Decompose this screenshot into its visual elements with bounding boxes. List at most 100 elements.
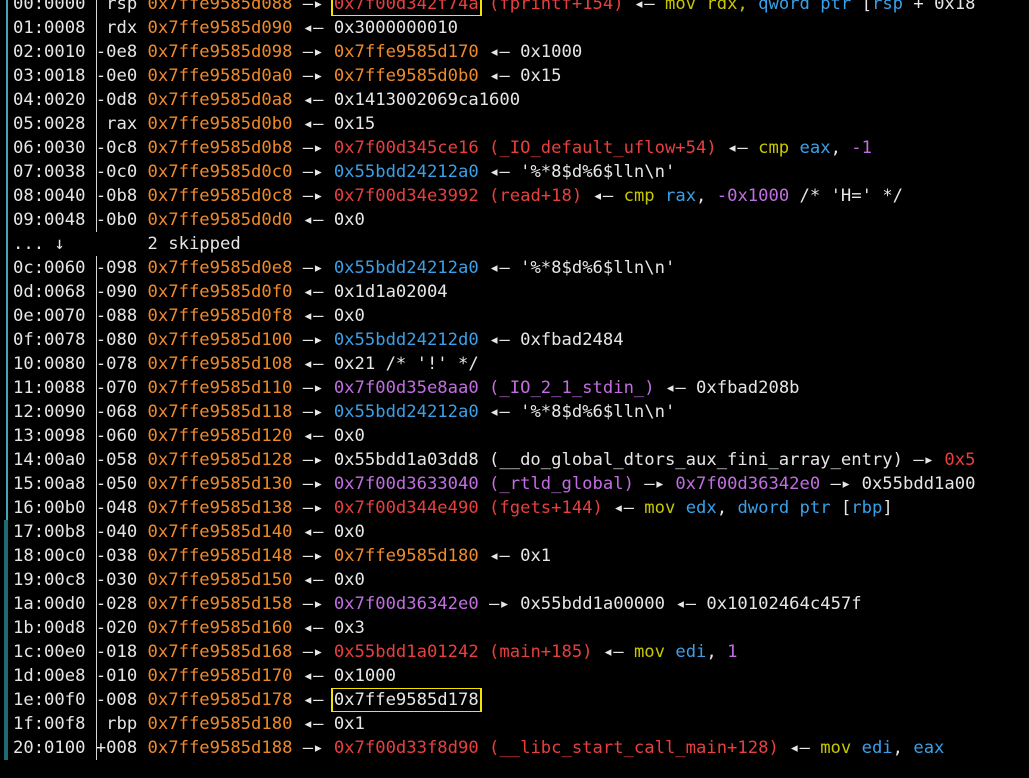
stack-token bbox=[65, 234, 148, 254]
stack-line: 18:00c0 -038 0x7ffe9585d148 —▸ 0x7ffe958… bbox=[0, 544, 1029, 568]
stack-token: —▸ bbox=[292, 402, 334, 422]
stack-token: ◂— bbox=[664, 594, 707, 614]
stack-token: cmp bbox=[623, 186, 665, 206]
stack-token: -058 bbox=[95, 450, 148, 470]
stack-token: 2 skipped bbox=[147, 234, 241, 254]
stack-line: 08:0040 -0b8 0x7ffe9585d0c8 —▸ 0x7f00d34… bbox=[0, 184, 1029, 208]
stack-token: 0x7ffe9585d118 bbox=[147, 402, 293, 422]
stack-token: 0x7ffe9585d178 bbox=[330, 688, 482, 712]
stack-token: (main+185) bbox=[478, 642, 593, 662]
stack-token bbox=[85, 186, 95, 206]
stack-token: edi bbox=[675, 642, 707, 662]
stack-token: -0c8 bbox=[95, 138, 148, 158]
stack-token bbox=[85, 258, 95, 278]
row-gutter-marker bbox=[6, 112, 8, 136]
stack-token: , bbox=[830, 138, 852, 158]
stack-token: 0x7ffe9585d170 bbox=[147, 666, 293, 686]
stack-token bbox=[85, 18, 95, 38]
stack-token: 0x55bdd1a03dd8 (__do_global_dtors_aux_fi… bbox=[333, 450, 903, 470]
stack-token: 0x7ffe9585d158 bbox=[147, 594, 293, 614]
stack-token: 0x0 bbox=[333, 306, 365, 326]
stack-token: 0x7ffe9585d098 bbox=[147, 42, 293, 62]
stack-offset: 07:0038 bbox=[13, 162, 86, 182]
stack-token: -0b8 bbox=[95, 186, 148, 206]
stack-token: 0x55bdd24212a0 bbox=[333, 162, 479, 182]
stack-token bbox=[85, 450, 95, 470]
stack-token: rax bbox=[95, 114, 148, 134]
stack-token bbox=[85, 618, 95, 638]
stack-token: 0x7f00d35e8aa0 bbox=[333, 378, 479, 398]
stack-token: —▸ bbox=[292, 162, 334, 182]
stack-token: ◂— bbox=[292, 354, 334, 374]
stack-token bbox=[85, 162, 95, 182]
stack-token: ◂— bbox=[478, 66, 521, 86]
stack-line: 1e:00f0 -008 0x7ffe9585d178 ◂— 0x7ffe958… bbox=[0, 688, 1029, 712]
stack-token: mov bbox=[644, 498, 686, 518]
stack-token: -0c0 bbox=[95, 162, 148, 182]
stack-offset: 12:0090 bbox=[13, 402, 86, 422]
stack-line: 05:0028 rax 0x7ffe9585d0b0 ◂— 0x15 bbox=[0, 112, 1029, 136]
stack-offset: 0c:0060 bbox=[13, 258, 86, 278]
stack-token: —▸ bbox=[292, 450, 334, 470]
stack-offset: 1c:00e0 bbox=[13, 642, 86, 662]
stack-token: 0x7f00d34e3992 bbox=[333, 186, 479, 206]
stack-token bbox=[85, 474, 95, 494]
stack-token: (_IO_2_1_stdin_) bbox=[478, 378, 655, 398]
stack-token bbox=[85, 546, 95, 566]
stack-token: 0x15 bbox=[520, 66, 562, 86]
stack-token: -1 bbox=[851, 138, 872, 158]
debugger-stack-view: 00:0000 rsp 0x7ffe9585d088 —▸ 0x7f00d342… bbox=[0, 0, 1029, 778]
stack-token: ◂— bbox=[778, 738, 821, 758]
stack-token: 0x7f00d36342e0 bbox=[675, 474, 821, 494]
stack-token: 0x7f00d344e490 bbox=[333, 498, 479, 518]
stack-token: ◂— bbox=[292, 282, 334, 302]
row-gutter-marker bbox=[4, 688, 8, 712]
stack-token: 0x7ffe9585d160 bbox=[147, 618, 293, 638]
stack-token bbox=[85, 114, 95, 134]
row-gutter-marker bbox=[4, 616, 8, 640]
stack-token: ◂— bbox=[478, 258, 521, 278]
stack-token: 0x7ffe9585d140 bbox=[147, 522, 293, 542]
stack-token bbox=[85, 66, 95, 86]
stack-token: ◂— bbox=[478, 402, 521, 422]
stack-token: 0x0 bbox=[333, 570, 365, 590]
stack-token: ◂— bbox=[478, 42, 521, 62]
stack-line: 1a:00d0 -028 0x7ffe9585d158 —▸ 0x7f00d36… bbox=[0, 592, 1029, 616]
stack-token: (fprintf+154) bbox=[478, 0, 624, 14]
stack-token: 0x55bdd1a00000 bbox=[520, 594, 665, 614]
stack-line: 1d:00e8 -010 0x7ffe9585d170 ◂— 0x1000 bbox=[0, 664, 1029, 688]
stack-line: 07:0038 -0c0 0x7ffe9585d0c0 —▸ 0x55bdd24… bbox=[0, 160, 1029, 184]
stack-token: 0x7ffe9585d0b0 bbox=[147, 114, 293, 134]
stack-token bbox=[85, 42, 95, 62]
stack-line: 09:0048 -0b0 0x7ffe9585d0d0 ◂— 0x0 bbox=[0, 208, 1029, 232]
stack-token: —▸ bbox=[292, 642, 334, 662]
stack-token: ◂— bbox=[292, 666, 334, 686]
stack-token: 0x0 bbox=[333, 426, 365, 446]
stack-token: ◂— bbox=[292, 210, 334, 230]
stack-token: -090 bbox=[95, 282, 148, 302]
stack-token: -050 bbox=[95, 474, 148, 494]
stack-token: -020 bbox=[95, 618, 148, 638]
stack-token: -060 bbox=[95, 426, 148, 446]
stack-token bbox=[85, 738, 95, 758]
stack-token: -098 bbox=[95, 258, 148, 278]
stack-token: , bbox=[892, 738, 914, 758]
stack-token bbox=[85, 498, 95, 518]
stack-token: —▸ bbox=[292, 258, 334, 278]
stack-token: 0x7ffe9585d128 bbox=[147, 450, 293, 470]
stack-line: 0e:0070 -088 0x7ffe9585d0f8 ◂— 0x0 bbox=[0, 304, 1029, 328]
row-gutter-marker bbox=[4, 544, 8, 568]
stack-offset: 09:0048 bbox=[13, 210, 86, 230]
stack-token: 0xfbad208b bbox=[696, 378, 800, 398]
stack-token: ◂— bbox=[478, 330, 521, 350]
stack-token: 0x15 bbox=[333, 114, 376, 134]
stack-offset: 16:00b0 bbox=[13, 498, 86, 518]
stack-token: ◂— bbox=[292, 426, 334, 446]
stack-token: mov bbox=[820, 738, 862, 758]
stack-token: —▸ bbox=[292, 42, 334, 62]
stack-offset: 03:0018 bbox=[13, 66, 86, 86]
stack-token: 0x7ffe9585d0d0 bbox=[147, 210, 293, 230]
stack-token: -040 bbox=[95, 522, 148, 542]
stack-token: 0xfbad2484 bbox=[520, 330, 624, 350]
row-gutter-marker bbox=[6, 496, 8, 520]
